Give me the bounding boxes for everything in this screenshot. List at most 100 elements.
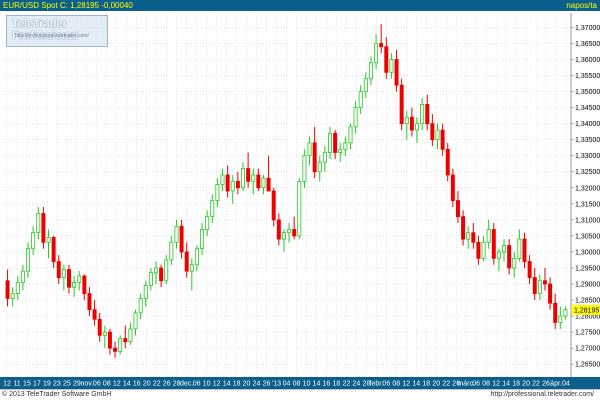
- candle-body-up: [261, 177, 266, 189]
- x-tick-label: 14: [123, 381, 131, 388]
- candle-body-up: [466, 232, 471, 240]
- candle-body-down: [107, 331, 112, 349]
- x-tick-label: 08: [482, 381, 490, 388]
- candle-body-up: [374, 43, 379, 64]
- y-tick-label: 1,36500: [575, 41, 600, 48]
- candle-body-down: [271, 190, 276, 221]
- candle-body-up: [26, 248, 31, 272]
- x-tick-label: 14: [313, 381, 321, 388]
- candle-body-up: [322, 152, 327, 163]
- x-tick-label: 22: [442, 381, 450, 388]
- x-tick-label: 24: [253, 381, 261, 388]
- x-tick-label: 18: [422, 381, 430, 388]
- x-tick-label: 06: [382, 381, 390, 388]
- candle-body-up: [486, 229, 491, 243]
- candle-body-up: [558, 315, 563, 323]
- x-tick-label: 16: [133, 381, 141, 388]
- y-tick-label: 1,34500: [575, 105, 600, 112]
- teletrader-watermark: TeleTrader Professional http://professio…: [6, 15, 108, 47]
- candle-body-down: [5, 280, 10, 299]
- x-tick-label: febr.: [370, 381, 384, 388]
- candle-body-down: [548, 283, 553, 304]
- candle-body-up: [353, 107, 358, 128]
- site-link[interactable]: http://professional.teletrader.com/: [491, 391, 595, 398]
- candle-body-up: [194, 248, 199, 266]
- candle-body-down: [312, 142, 317, 173]
- candle-body-up: [153, 267, 158, 274]
- x-tick-label: ápr.: [550, 381, 562, 388]
- candle-body-up: [302, 155, 307, 182]
- y-tick-label: 1,27500: [575, 330, 600, 337]
- candle-body-up: [46, 237, 51, 243]
- candle-body-up: [72, 281, 77, 288]
- candle-body-up: [317, 161, 322, 173]
- candle-body-down: [123, 338, 128, 343]
- candle-body-down: [461, 216, 466, 240]
- x-tick-label: 06: [472, 381, 480, 388]
- candle-body-down: [553, 302, 558, 323]
- y-tick-label: 1,31500: [575, 201, 600, 208]
- copyright-text: © 2013 TeleTrader Software GmbH: [2, 391, 112, 398]
- candle-body-up: [10, 293, 15, 299]
- x-tick-label: 12: [402, 381, 410, 388]
- candle-body-down: [409, 116, 414, 131]
- candle-body-down: [292, 229, 297, 237]
- candle-body-up: [435, 129, 440, 141]
- x-tick-label: 06: [193, 381, 201, 388]
- candle-body-down: [522, 238, 527, 262]
- candle-body-up: [15, 281, 20, 295]
- x-tick-label: 10: [303, 381, 311, 388]
- candle-body-up: [174, 225, 179, 243]
- candle-body-down: [159, 267, 164, 282]
- candle-body-up: [230, 180, 235, 192]
- x-tick-label: 12: [113, 381, 121, 388]
- y-tick-label: 1,29500: [575, 265, 600, 272]
- x-tick-label: 18: [233, 381, 241, 388]
- x-tick-label: 23: [53, 381, 61, 388]
- candle-body-down: [184, 251, 189, 272]
- candle-body-down: [225, 174, 230, 192]
- x-tick-label: 26: [542, 381, 550, 388]
- x-tick-label: 10: [203, 381, 211, 388]
- y-tick-label: 1,26500: [575, 362, 600, 369]
- x-tick-label: 08: [103, 381, 111, 388]
- y-tick-label: 1,30500: [575, 233, 600, 240]
- candle-body-up: [20, 270, 25, 283]
- candle-body-down: [440, 129, 445, 150]
- candle-body-up: [512, 257, 517, 269]
- y-tick-label: 1,33000: [575, 153, 600, 160]
- x-tick-label: 12: [213, 381, 221, 388]
- x-tick-label: '13: [272, 381, 281, 388]
- candle-body-down: [491, 229, 496, 259]
- candle-body-down: [82, 275, 87, 295]
- x-tick-label: 20: [243, 381, 251, 388]
- x-tick-label: 15: [23, 381, 31, 388]
- candle-body-down: [92, 309, 97, 320]
- candle-body-up: [61, 269, 66, 278]
- x-tick-label: 11: [13, 381, 20, 388]
- y-tick-label: 1,32500: [575, 169, 600, 176]
- candle-body-up: [143, 285, 148, 299]
- x-tick-label: 16: [323, 381, 331, 388]
- candle-body-down: [113, 347, 118, 352]
- x-tick-label: 24: [352, 381, 360, 388]
- x-tick-label: 22: [153, 381, 161, 388]
- candle-body-up: [128, 328, 133, 343]
- candle-body-down: [384, 46, 389, 73]
- x-tick-label: 04: [562, 381, 570, 388]
- x-tick-label: 12: [3, 381, 11, 388]
- candle-body-up: [215, 184, 220, 202]
- symbol-quote: EUR/USD Spot C: 1,28195 -0,00040: [3, 1, 133, 10]
- candle-body-up: [205, 216, 210, 230]
- candle-body-down: [66, 269, 71, 288]
- x-tick-label: 12: [492, 381, 500, 388]
- candle-body-down: [471, 232, 476, 243]
- candle-body-up: [251, 174, 256, 182]
- y-axis-area: [571, 11, 600, 377]
- candle-body-up: [200, 229, 205, 250]
- chart-header: EUR/USD Spot C: 1,28195 -0,00040 napos/t…: [0, 0, 600, 11]
- y-tick-label: 1,34000: [575, 121, 600, 128]
- candle-body-up: [348, 126, 353, 144]
- candle-body-up: [363, 78, 368, 92]
- period-label[interactable]: napos/ta: [566, 0, 597, 11]
